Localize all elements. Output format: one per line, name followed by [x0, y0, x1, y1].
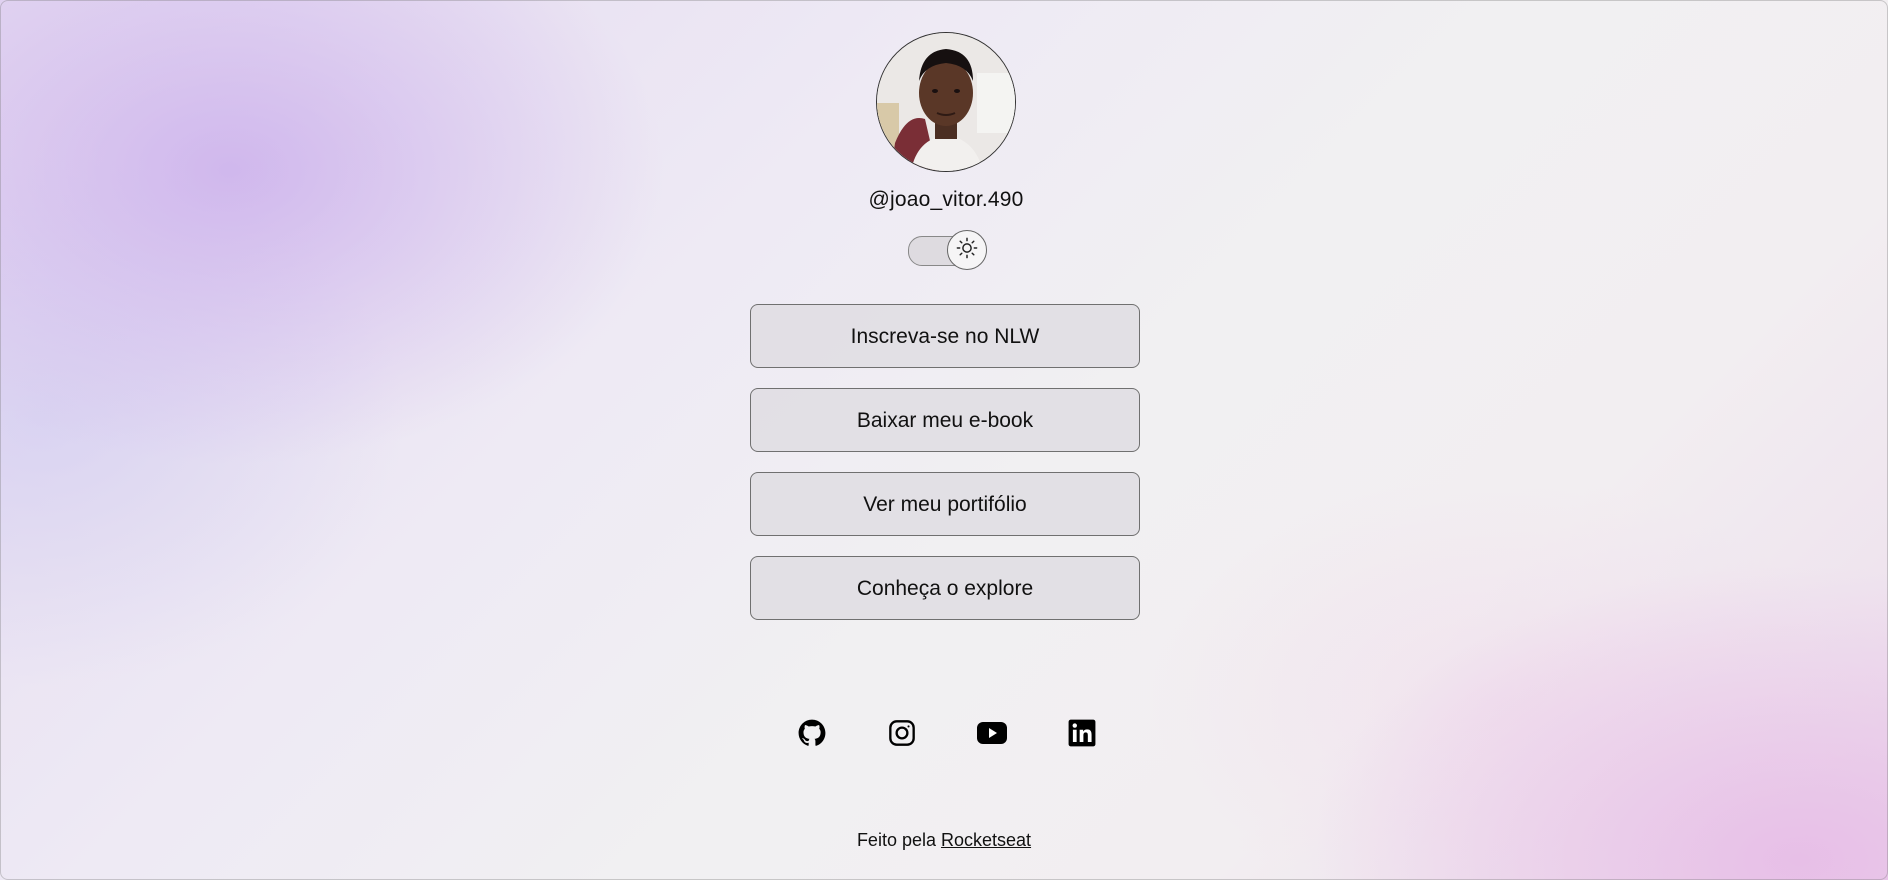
- sun-icon: [956, 237, 978, 264]
- link-button-portfolio[interactable]: Ver meu portifólio: [750, 472, 1140, 536]
- instagram-icon: [888, 719, 916, 752]
- footer-text: Feito pela: [856, 830, 936, 850]
- github-link[interactable]: [794, 717, 830, 753]
- link-button-nlw[interactable]: Inscreva-se no NLW: [750, 304, 1140, 368]
- profile-avatar: [876, 32, 1016, 172]
- link-item: Inscreva-se no NLW: [750, 304, 1142, 368]
- theme-switch-wrapper: [750, 230, 1142, 270]
- profile-username: @joao_vitor.490: [868, 188, 1024, 211]
- linkedin-icon: [1068, 719, 1096, 752]
- profile-container: @joao_vitor.490 Inscreva-se no NLW Baixa…: [750, 32, 1142, 640]
- link-item: Baixar meu e-book: [750, 388, 1142, 452]
- youtube-icon: [976, 720, 1008, 751]
- link-item: Conheça o explore: [750, 556, 1142, 620]
- footer: Feito pela Rocketseat: [0, 829, 1888, 851]
- instagram-link[interactable]: [884, 717, 920, 753]
- link-button-explore[interactable]: Conheça o explore: [750, 556, 1140, 620]
- link-button-ebook[interactable]: Baixar meu e-book: [750, 388, 1140, 452]
- footer-rocketseat-link[interactable]: Rocketseat: [941, 830, 1031, 850]
- social-links: [794, 717, 1096, 753]
- link-list: Inscreva-se no NLW Baixar meu e-book Ver…: [750, 304, 1142, 620]
- linkedin-link[interactable]: [1064, 717, 1100, 753]
- github-icon: [798, 719, 826, 752]
- link-item: Ver meu portifólio: [750, 472, 1142, 536]
- theme-switch[interactable]: [906, 230, 987, 270]
- youtube-link[interactable]: [974, 717, 1010, 753]
- theme-switch-knob[interactable]: [947, 230, 987, 270]
